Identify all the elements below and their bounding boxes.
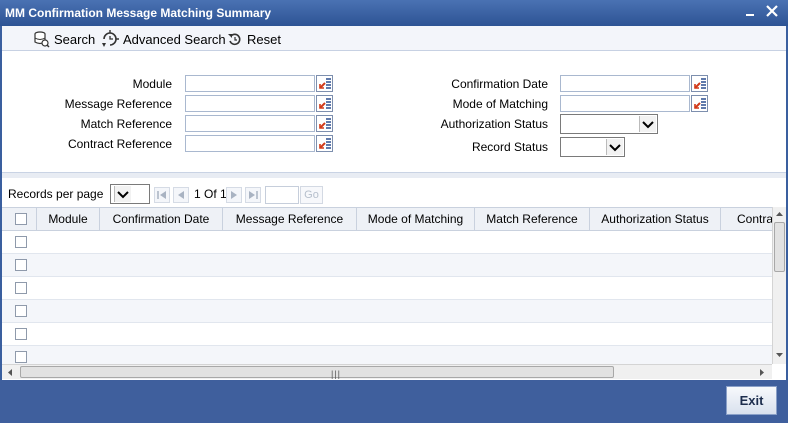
grid-header: Module Confirmation Date Message Referen…	[2, 207, 772, 231]
advanced-search-icon	[101, 30, 119, 48]
column-header-module[interactable]: Module	[37, 208, 100, 230]
contract-reference-lov-button[interactable]	[316, 135, 333, 152]
contract-reference-input[interactable]	[185, 135, 315, 152]
record-status-select[interactable]	[560, 137, 625, 157]
search-icon	[32, 30, 50, 48]
message-reference-input[interactable]	[185, 95, 315, 112]
reset-button[interactable]: Reset	[227, 30, 281, 48]
table-row[interactable]	[2, 346, 772, 364]
module-input[interactable]	[185, 75, 315, 92]
table-row[interactable]	[2, 254, 772, 277]
first-page-button[interactable]	[154, 187, 170, 203]
search-button-label: Search	[54, 31, 96, 47]
vertical-scrollbar[interactable]	[772, 207, 786, 364]
list-of-values-icon	[319, 138, 331, 149]
chevron-down-icon	[114, 186, 131, 202]
page-info: 1 Of 1	[194, 187, 227, 201]
search-button[interactable]: Search	[32, 30, 95, 48]
match-reference-input[interactable]	[185, 115, 315, 132]
results-grid: Module Confirmation Date Message Referen…	[2, 207, 772, 364]
horizontal-scroll-thumb[interactable]: |||	[20, 366, 614, 379]
horizontal-scrollbar[interactable]: |||	[2, 364, 772, 379]
reset-icon	[227, 31, 243, 47]
module-lov-button[interactable]	[316, 75, 333, 92]
footer-bar: Exit	[0, 380, 788, 423]
go-button[interactable]: Go	[300, 186, 323, 204]
last-page-button[interactable]	[245, 187, 261, 203]
column-header-confirmation-date[interactable]: Confirmation Date	[100, 208, 223, 230]
list-of-values-icon	[319, 98, 331, 109]
vertical-scroll-thumb[interactable]	[774, 222, 785, 272]
confirmation-date-input[interactable]	[560, 75, 690, 92]
advanced-search-button[interactable]: Advanced Search	[101, 30, 226, 48]
toolbar: Search Advanced Search Reset	[2, 26, 786, 51]
pagination-bar: Records per page 15 1 Of 1 Go	[2, 180, 786, 206]
scroll-up-icon[interactable]	[775, 210, 784, 218]
next-page-icon	[231, 191, 237, 199]
list-of-values-icon	[319, 118, 331, 129]
minimize-icon[interactable]	[745, 6, 755, 16]
row-checkbox[interactable]	[15, 305, 27, 317]
message-reference-label: Message Reference	[64, 97, 172, 111]
row-checkbox[interactable]	[15, 328, 27, 340]
mode-of-matching-input[interactable]	[560, 95, 690, 112]
authorization-status-label: Authorization Status	[440, 117, 548, 131]
window-title: MM Confirmation Message Matching Summary	[5, 6, 272, 20]
mode-of-matching-lov-button[interactable]	[691, 95, 708, 112]
scroll-down-icon[interactable]	[775, 351, 784, 359]
last-page-icon	[249, 191, 258, 199]
scroll-grip-icon: |||	[331, 369, 342, 379]
previous-page-button[interactable]	[173, 187, 189, 203]
close-icon[interactable]	[765, 4, 779, 18]
table-row[interactable]	[2, 277, 772, 300]
page-number-input[interactable]	[265, 186, 299, 204]
scroll-right-icon[interactable]	[758, 368, 766, 377]
table-row[interactable]	[2, 300, 772, 323]
list-of-values-icon	[694, 78, 706, 89]
section-divider	[2, 172, 786, 178]
records-per-page-select[interactable]: 15	[110, 184, 150, 204]
table-row[interactable]	[2, 323, 772, 346]
message-reference-lov-button[interactable]	[316, 95, 333, 112]
module-label: Module	[132, 77, 172, 91]
confirmation-date-lov-button[interactable]	[691, 75, 708, 92]
previous-page-icon	[178, 191, 184, 199]
match-reference-lov-button[interactable]	[316, 115, 333, 132]
confirmation-date-label: Confirmation Date	[451, 77, 548, 91]
row-checkbox[interactable]	[15, 236, 27, 248]
row-checkbox[interactable]	[15, 282, 27, 294]
chevron-down-icon	[606, 139, 623, 155]
advanced-search-button-label: Advanced Search	[123, 31, 226, 47]
column-header-mode-of-matching[interactable]: Mode of Matching	[357, 208, 475, 230]
column-header-contract-reference[interactable]: Contra	[721, 208, 772, 230]
row-checkbox[interactable]	[15, 259, 27, 271]
next-page-button[interactable]	[226, 187, 242, 203]
search-criteria-panel: Module Message Reference Match Reference…	[2, 52, 786, 172]
record-status-label: Record Status	[471, 140, 548, 154]
list-of-values-icon	[694, 98, 706, 109]
select-all-checkbox[interactable]	[15, 213, 27, 225]
exit-button[interactable]: Exit	[726, 386, 777, 415]
contract-reference-label: Contract Reference	[67, 137, 172, 151]
mode-of-matching-label: Mode of Matching	[452, 97, 548, 111]
authorization-status-select[interactable]	[560, 114, 658, 134]
chevron-down-icon	[639, 116, 656, 132]
records-per-page-label: Records per page	[8, 187, 104, 201]
list-of-values-icon	[319, 78, 331, 89]
match-reference-label: Match Reference	[80, 117, 172, 131]
first-page-icon	[157, 191, 166, 199]
table-row[interactable]	[2, 231, 772, 254]
row-checkbox[interactable]	[15, 351, 27, 363]
column-header-authorization-status[interactable]: Authorization Status	[590, 208, 721, 230]
select-all-cell	[2, 208, 37, 230]
scroll-left-icon[interactable]	[6, 368, 14, 377]
column-header-match-reference[interactable]: Match Reference	[475, 208, 590, 230]
column-header-message-reference[interactable]: Message Reference	[223, 208, 357, 230]
reset-button-label: Reset	[247, 31, 281, 47]
title-bar: MM Confirmation Message Matching Summary	[0, 0, 788, 26]
